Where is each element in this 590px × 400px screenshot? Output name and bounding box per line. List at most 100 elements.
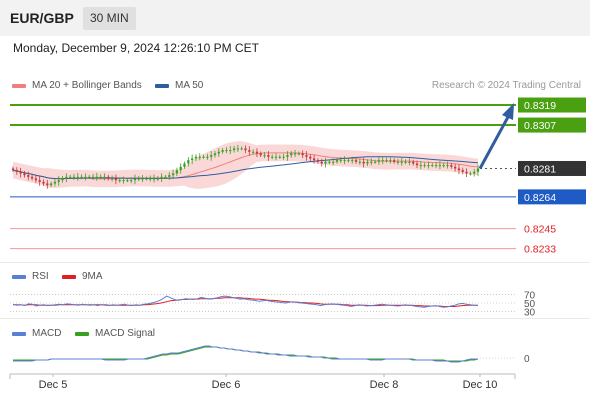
x-tick-label: Dec 6 <box>212 379 241 391</box>
candle-body <box>42 181 45 184</box>
candle-body <box>408 161 411 163</box>
candle-body <box>133 178 137 181</box>
candle-body <box>282 156 285 158</box>
candle-body <box>358 161 361 163</box>
candle-body <box>442 165 445 167</box>
candle-body <box>126 180 129 182</box>
candle-body <box>164 176 167 178</box>
candle-body <box>461 170 464 172</box>
candle-body <box>103 176 106 178</box>
candle-body <box>450 165 453 167</box>
candle-body <box>160 176 163 179</box>
candle-body <box>419 165 422 167</box>
candle-body <box>415 163 419 166</box>
macd-tick-label: 0 <box>524 354 530 365</box>
candle-body <box>198 156 201 158</box>
candle-body <box>91 176 95 178</box>
candle-body <box>339 160 342 162</box>
candle-body <box>312 158 316 161</box>
candle-body <box>61 178 64 181</box>
candle-body <box>255 151 259 154</box>
candle-body <box>446 165 449 167</box>
candle-body <box>221 150 224 152</box>
macd-line <box>13 345 478 363</box>
candle-body <box>286 155 289 157</box>
candle-body <box>179 166 182 171</box>
candle-body <box>76 176 79 178</box>
candle-body <box>473 171 476 174</box>
candle-body <box>297 153 301 155</box>
candle-body <box>194 156 198 159</box>
candle-body <box>156 178 159 180</box>
candle-body <box>469 173 472 175</box>
chart-canvas[interactable]: 0.83190.83070.82810.82640.82450.82337050… <box>0 0 590 400</box>
candle-body <box>267 155 270 157</box>
candle-body <box>65 176 68 179</box>
candle-body <box>457 168 461 171</box>
level-label: 0.8245 <box>524 224 556 236</box>
candle-body <box>130 180 133 182</box>
candle-body <box>320 161 323 164</box>
candle-body <box>217 151 220 154</box>
candle-body <box>434 165 438 167</box>
candle-body <box>351 160 354 162</box>
candle-body <box>171 173 175 176</box>
level-label: 0.8264 <box>524 192 556 204</box>
candle-body <box>412 161 415 164</box>
candle-body <box>236 148 240 150</box>
level-label: 0.8307 <box>524 120 556 132</box>
candle-body <box>30 176 34 179</box>
candle-body <box>343 160 346 162</box>
candle-body <box>229 150 232 152</box>
candle-body <box>259 153 262 156</box>
candle-body <box>232 148 236 151</box>
candle-body <box>168 175 171 177</box>
x-tick-label: Dec 8 <box>370 379 399 391</box>
candle-body <box>27 175 30 177</box>
candle-body <box>122 180 125 182</box>
candle-body <box>53 181 57 184</box>
candle-body <box>309 156 312 159</box>
candle-body <box>69 176 72 178</box>
candle-body <box>431 165 434 167</box>
x-tick-label: Dec 10 <box>463 379 498 391</box>
candle-body <box>373 161 377 163</box>
candle-body <box>263 155 266 157</box>
candle-body <box>46 183 49 186</box>
candle-body <box>34 178 38 181</box>
candle-body <box>137 178 140 180</box>
candle-body <box>328 161 331 163</box>
candle-body <box>49 183 53 186</box>
candle-body <box>465 171 468 174</box>
candle-body <box>225 150 228 152</box>
candle-body <box>427 165 430 167</box>
candle-body <box>38 180 41 182</box>
candle-body <box>290 153 293 156</box>
candle-body <box>183 163 186 167</box>
candle-body <box>118 180 121 182</box>
candle-body <box>381 160 384 162</box>
candle-body <box>11 168 15 171</box>
candle-body <box>15 170 18 172</box>
candle-body <box>57 180 60 182</box>
candle-body <box>213 153 217 156</box>
candle-body <box>110 178 114 180</box>
level-label: 0.8281 <box>524 163 556 175</box>
candle-body <box>316 160 320 162</box>
candle-body <box>377 160 381 162</box>
candle-body <box>396 161 400 163</box>
candle-body <box>293 153 297 155</box>
candle-body <box>84 176 87 178</box>
candle-body <box>95 176 98 178</box>
candle-body <box>453 166 457 169</box>
candle-body <box>80 176 83 178</box>
candle-body <box>301 153 304 156</box>
candle-body <box>274 156 278 158</box>
candle-body <box>23 173 26 176</box>
candle-body <box>149 178 152 180</box>
candle-body <box>404 161 407 163</box>
candle-body <box>187 160 190 164</box>
candle-body <box>324 161 327 164</box>
level-label: 0.8233 <box>524 244 556 256</box>
candle-body <box>423 165 426 167</box>
